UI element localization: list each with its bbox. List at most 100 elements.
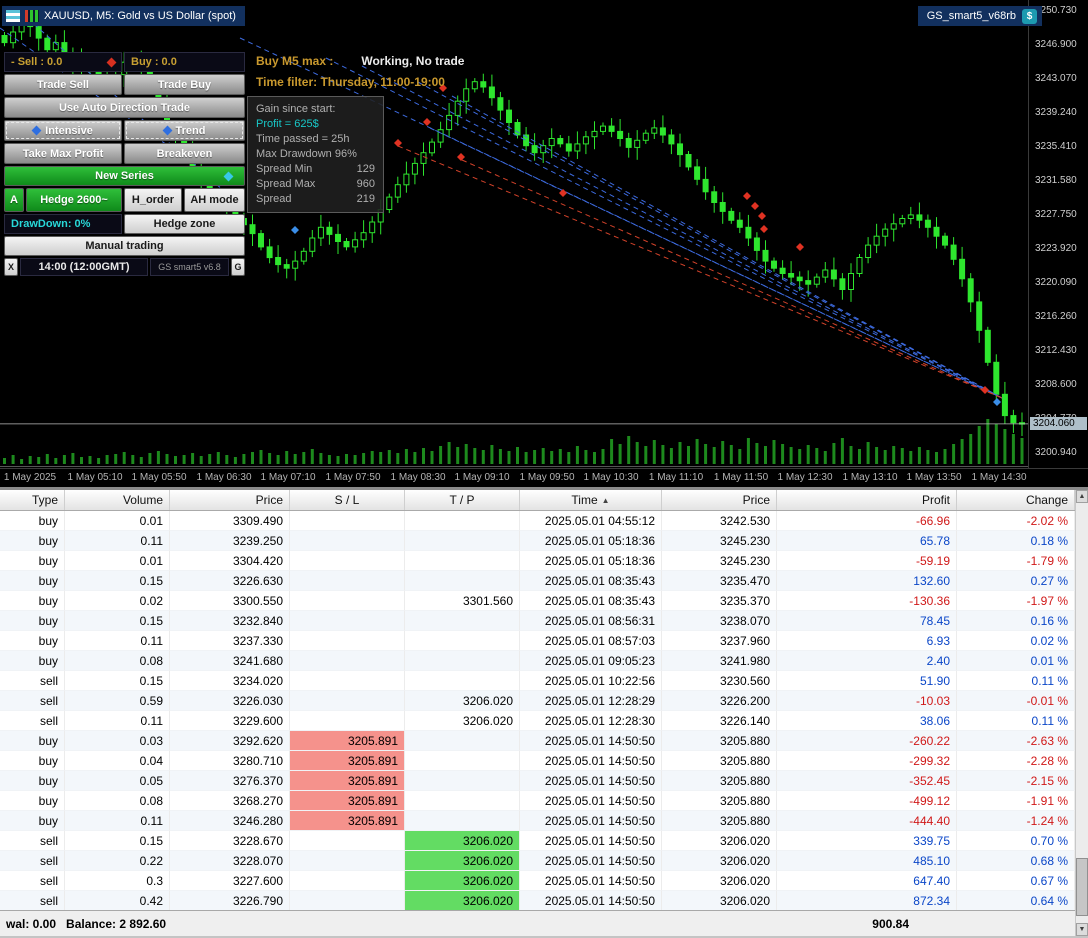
trade-cell — [290, 631, 405, 651]
trade-row[interactable]: buy 0.08 3241.680 2025.05.01 09:05:23 3241.9… — [0, 651, 1075, 671]
trade-buy-button[interactable]: Trade Buy — [124, 74, 245, 95]
ea-title-bar: GS_smart5_v68rb $ — [917, 6, 1042, 26]
trade-row[interactable]: buy 0.11 3239.250 2025.05.01 05:18:36 3245.2… — [0, 531, 1075, 551]
volume-bar — [558, 449, 562, 464]
volume-bar — [729, 445, 733, 464]
column-header-profit[interactable]: Profit — [777, 490, 957, 510]
column-header-price[interactable]: Price — [170, 490, 290, 510]
intensive-button[interactable]: Intensive — [4, 120, 122, 141]
trade-row[interactable]: buy 0.01 3304.420 2025.05.01 05:18:36 3245.2… — [0, 551, 1075, 571]
volume-bar — [806, 445, 810, 464]
trade-cell: 0.70 % — [957, 831, 1075, 851]
scroll-up-icon[interactable]: ▲ — [1076, 490, 1088, 503]
trade-row[interactable]: sell 0.11 3229.600 3206.020 2025.05.01 12:28… — [0, 711, 1075, 731]
take-max-profit-button[interactable]: Take Max Profit — [4, 143, 122, 164]
volume-bar — [139, 457, 143, 464]
auto-direction-button[interactable]: Use Auto Direction Trade — [4, 97, 245, 118]
column-header-t-p[interactable]: T / P — [405, 490, 520, 510]
ah-mode-button[interactable]: AH mode — [184, 188, 245, 212]
trade-row[interactable]: buy 0.15 3226.630 2025.05.01 08:35:43 3235.4… — [0, 571, 1075, 591]
close-panel-button[interactable]: X — [4, 258, 18, 276]
candle-body — [335, 233, 341, 242]
volume-bar — [892, 446, 896, 464]
trade-row[interactable]: buy 0.11 3246.280 3205.891 2025.05.01 14:50:… — [0, 811, 1075, 831]
trade-row[interactable]: buy 0.15 3232.840 2025.05.01 08:56:31 3238.0… — [0, 611, 1075, 631]
hedge-button[interactable]: Hedge 2600~ — [26, 188, 122, 212]
time-axis-label: 1 May 13:10 — [842, 472, 898, 483]
trade-row[interactable]: buy 0.02 3300.550 3301.560 2025.05.01 08:35:… — [0, 591, 1075, 611]
volume-bar — [823, 451, 827, 464]
volume-bar — [601, 449, 605, 464]
candle-body — [984, 329, 991, 363]
ea-name: GS_smart5_v68rb — [926, 10, 1016, 22]
trade-row[interactable]: sell 0.59 3226.030 3206.020 2025.05.01 12:28… — [0, 691, 1075, 711]
new-series-button[interactable]: New Series — [4, 166, 245, 186]
trade-row[interactable]: sell 0.15 3234.020 2025.05.01 10:22:56 3230.… — [0, 671, 1075, 691]
candle-body — [548, 138, 555, 147]
volume-bar — [182, 455, 186, 464]
trade-row[interactable]: buy 0.11 3237.330 2025.05.01 08:57:03 3237.9… — [0, 631, 1075, 651]
trade-row[interactable]: buy 0.08 3268.270 3205.891 2025.05.01 14:50:… — [0, 791, 1075, 811]
buy-counter[interactable]: Buy : 0.0 — [124, 52, 245, 72]
candle-body — [35, 26, 42, 39]
volume-bar — [216, 452, 220, 464]
volume-bar — [353, 455, 357, 464]
volume-bar — [644, 446, 648, 464]
trade-row[interactable]: buy 0.01 3309.490 2025.05.01 04:55:12 3242.5… — [0, 511, 1075, 531]
trade-cell: 3235.370 — [662, 591, 777, 611]
table-scrollbar[interactable]: ▲ ▼ — [1075, 490, 1088, 936]
trade-cell: buy — [0, 651, 65, 671]
scroll-down-icon[interactable]: ▼ — [1076, 923, 1088, 936]
candlestick-chart-icon[interactable] — [25, 10, 39, 22]
volume-bar — [661, 445, 665, 464]
volume-bar — [507, 451, 511, 464]
trade-cell: 0.11 % — [957, 711, 1075, 731]
time-axis[interactable]: 1 May 2025 1 May 05:10 1 May 05:50 1 May 06… — [0, 468, 1088, 487]
trade-cell: 2025.05.01 14:50:50 — [520, 891, 662, 911]
trade-row[interactable]: buy 0.04 3280.710 3205.891 2025.05.01 14:50:… — [0, 751, 1075, 771]
volume-bar — [909, 451, 913, 464]
trade-cell: 2025.05.01 12:28:29 — [520, 691, 662, 711]
candle-body — [480, 81, 487, 88]
breakeven-button[interactable]: Breakeven — [124, 143, 245, 164]
scrollbar-thumb[interactable] — [1076, 858, 1088, 916]
trade-row[interactable]: buy 0.03 3292.620 3205.891 2025.05.01 14:50:… — [0, 731, 1075, 751]
table-body: buy 0.01 3309.490 2025.05.01 04:55:12 3242.5… — [0, 511, 1075, 911]
volume-bar — [114, 454, 118, 464]
trade-cell: 3234.020 — [170, 671, 290, 691]
withdrawal-label: wal: 0.00 — [6, 916, 57, 931]
trade-row[interactable]: sell 0.3 3227.600 3206.020 2025.05.01 14:50:… — [0, 871, 1075, 891]
manual-trading-button[interactable]: Manual trading — [4, 236, 245, 256]
trade-marker-red — [760, 225, 768, 233]
trade-cell: buy — [0, 591, 65, 611]
quotes-grid-icon[interactable] — [6, 10, 20, 22]
a-mode-button[interactable]: A — [4, 188, 24, 212]
column-header-change[interactable]: Change — [957, 490, 1075, 510]
hedge-zone-button[interactable]: Hedge zone — [124, 214, 245, 234]
trade-cell: -0.01 % — [957, 691, 1075, 711]
trade-cell: 0.16 % — [957, 611, 1075, 631]
candle-body — [711, 191, 718, 204]
candle-body — [736, 219, 743, 228]
column-header-time[interactable]: Time ▲ — [520, 490, 662, 510]
trade-row[interactable]: sell 0.22 3228.070 3206.020 2025.05.01 14:50… — [0, 851, 1075, 871]
working-status: Working, No trade — [361, 53, 465, 68]
column-header-s-l[interactable]: S / L — [290, 490, 405, 510]
sell-counter[interactable]: - Sell : 0.0 — [4, 52, 122, 72]
trade-row[interactable]: sell 0.42 3226.790 3206.020 2025.05.01 14:50… — [0, 891, 1075, 911]
trade-cell: 3206.020 — [405, 691, 520, 711]
column-header-price[interactable]: Price — [662, 490, 777, 510]
column-header-type[interactable]: Type — [0, 490, 65, 510]
trend-button[interactable]: Trend — [124, 120, 245, 141]
trade-cell — [405, 531, 520, 551]
trade-row[interactable]: sell 0.15 3228.670 3206.020 2025.05.01 14:50… — [0, 831, 1075, 851]
trade-row[interactable]: buy 0.05 3276.370 3205.891 2025.05.01 14:50:… — [0, 771, 1075, 791]
trade-cell: 3226.140 — [662, 711, 777, 731]
money-bag-icon[interactable]: $ — [1022, 8, 1037, 24]
trade-sell-button[interactable]: Trade Sell — [4, 74, 122, 95]
g-button[interactable]: G — [231, 258, 245, 276]
column-header-volume[interactable]: Volume — [65, 490, 170, 510]
h-order-button[interactable]: H_order — [124, 188, 182, 212]
price-axis[interactable]: 3250.730 3246.900 3243.070 3239.240 3235.410… — [1028, 0, 1088, 468]
time-axis-label: 1 May 09:10 — [454, 472, 510, 483]
